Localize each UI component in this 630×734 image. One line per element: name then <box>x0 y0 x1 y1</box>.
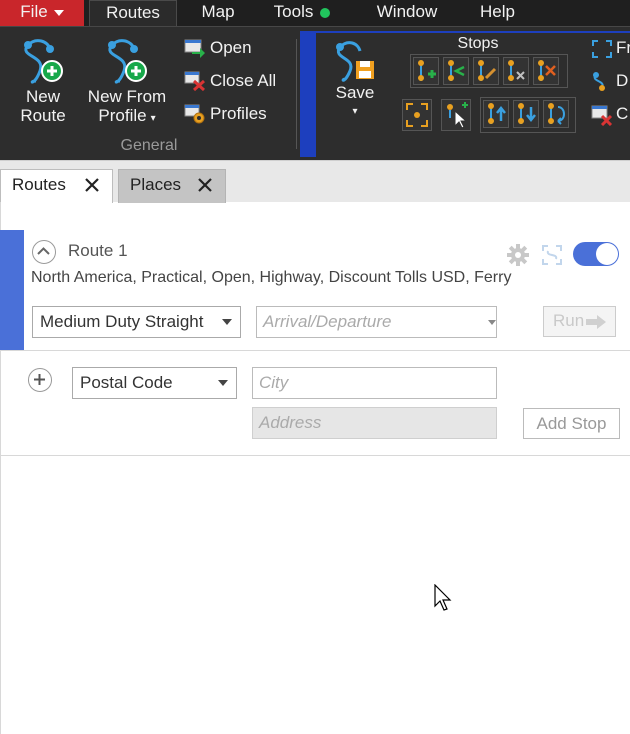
city-input[interactable]: City <box>252 367 497 399</box>
gear-icon[interactable] <box>506 243 530 267</box>
chevron-up-icon <box>37 247 50 255</box>
arrow-right-icon <box>586 315 606 329</box>
stop-search-type-value: Postal Code <box>80 373 173 392</box>
new-route-icon <box>24 39 63 84</box>
menu-tools[interactable]: Tools <box>262 0 342 26</box>
menu-help[interactable]: Help <box>465 0 530 26</box>
city-placeholder: City <box>259 373 289 392</box>
open-icon <box>184 39 205 58</box>
route-title: Route 1 <box>68 241 128 260</box>
chevron-down-icon <box>488 320 496 325</box>
clear-stops-icon[interactable] <box>533 57 559 85</box>
insert-stop-icon[interactable] <box>443 57 469 85</box>
ribbon-side-label-1: Fr <box>616 38 630 57</box>
run-button[interactable]: Run <box>543 306 616 337</box>
ribbon-separator <box>296 39 297 149</box>
stops-group-panel: Save ▾ Stops <box>316 33 630 157</box>
close-icon[interactable] <box>197 177 213 193</box>
move-stop-down-icon[interactable] <box>513 100 539 128</box>
chevron-down-icon <box>218 380 228 386</box>
divider <box>0 350 630 351</box>
new-route-label-2: Route <box>20 106 66 125</box>
reverse-stops-icon[interactable] <box>543 100 569 128</box>
zoom-to-stops-icon[interactable] <box>402 99 432 131</box>
arrival-departure-input[interactable]: Arrival/Departure <box>256 306 497 338</box>
ribbon-side-label-2: D <box>616 71 629 90</box>
toggle-knob <box>596 243 618 265</box>
stops-group-label: Stops <box>457 35 499 52</box>
vehicle-profile-value: Medium Duty Straight <box>40 312 204 331</box>
chevron-down-icon: ▾ <box>150 113 156 124</box>
collapse-route-button[interactable] <box>32 240 56 264</box>
close-all-icon <box>184 71 206 91</box>
add-stop-button[interactable]: Add Stop <box>523 408 620 439</box>
address-input[interactable]: Address <box>252 407 497 439</box>
tab-places[interactable]: Places <box>118 169 226 203</box>
stops-group: Save ▾ Stops <box>300 31 630 157</box>
new-from-profile-label-2: Profile <box>98 106 147 125</box>
address-placeholder: Address <box>259 413 322 432</box>
divider <box>0 455 630 456</box>
add-stop-toggle-button[interactable] <box>28 368 52 392</box>
menu-bar: File Routes Map Tools Window Help <box>0 0 630 26</box>
tab-routes[interactable]: Routes <box>0 169 113 203</box>
close-route-icon <box>591 105 613 126</box>
stop-search-type-select[interactable]: Postal Code <box>72 367 237 399</box>
close-icon[interactable] <box>84 177 100 193</box>
move-stop-up-icon[interactable] <box>483 100 509 128</box>
new-route-icon <box>108 39 147 84</box>
route-icon <box>593 72 605 91</box>
tab-routes-label: Routes <box>12 175 66 194</box>
status-dot-icon <box>320 7 331 18</box>
add-stop-icon[interactable] <box>413 57 439 85</box>
plus-icon <box>34 374 45 385</box>
close-all-label: Close All <box>210 71 277 90</box>
edit-stop-icon[interactable] <box>473 57 499 85</box>
fit-route-icon <box>592 40 612 58</box>
menu-map[interactable]: Map <box>183 0 253 26</box>
route-color-bar <box>0 230 24 350</box>
route-visibility-toggle[interactable] <box>573 242 619 266</box>
ribbon: New Route New From Profile▾ Open Close <box>0 26 630 160</box>
new-from-profile-label-2-row: Profile ▾ <box>84 106 170 128</box>
save-button[interactable]: Save ▾ <box>330 39 380 121</box>
menu-file[interactable]: File <box>0 0 84 26</box>
profiles-icon <box>184 104 205 124</box>
new-route-button[interactable]: New Route <box>14 35 72 125</box>
vehicle-profile-select[interactable]: Medium Duty Straight <box>32 306 241 338</box>
menu-routes[interactable]: Routes <box>89 0 177 26</box>
chevron-down-icon <box>222 319 232 325</box>
route-options-summary: North America, Practical, Open, Highway,… <box>31 269 512 286</box>
new-route-label-1: New <box>25 87 60 106</box>
general-group-label: General <box>120 137 178 154</box>
menu-tools-label: Tools <box>273 2 314 21</box>
save-route-icon <box>336 41 374 82</box>
run-label: Run <box>553 311 585 330</box>
menu-file-label: File <box>20 2 48 21</box>
menu-window[interactable]: Window <box>362 0 452 26</box>
tab-places-label: Places <box>130 175 182 194</box>
mouse-cursor-icon <box>434 584 452 611</box>
select-stop-icon[interactable] <box>441 99 471 131</box>
new-from-profile-button[interactable]: New From Profile ▾ <box>84 35 170 128</box>
open-label: Open <box>210 38 252 57</box>
chevron-down-icon <box>53 9 64 16</box>
new-from-profile-label-1: New From <box>87 87 167 106</box>
chevron-down-icon: ▾ <box>352 106 358 117</box>
document-tab-bar: Routes Places <box>0 160 630 203</box>
arrival-departure-placeholder: Arrival/Departure <box>263 312 392 331</box>
delete-stop-icon[interactable] <box>503 57 529 85</box>
save-label: Save <box>335 83 375 102</box>
fit-route-icon[interactable] <box>540 243 564 267</box>
ribbon-side-label-3: C <box>616 104 629 123</box>
profiles-label: Profiles <box>210 104 267 123</box>
